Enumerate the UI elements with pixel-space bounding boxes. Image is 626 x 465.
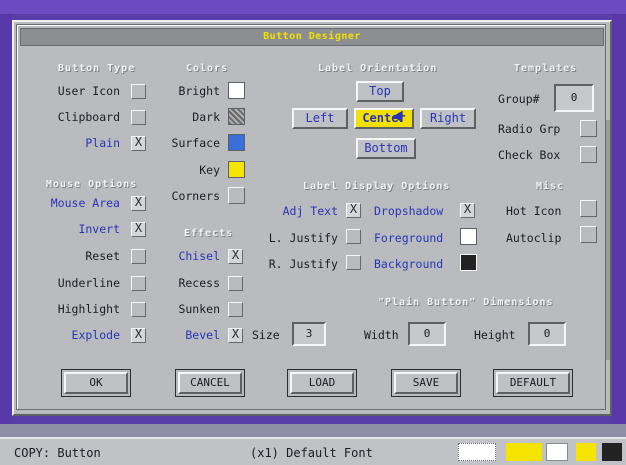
- section-effects: Effects: [184, 228, 234, 239]
- status-bright-swatch: [458, 443, 496, 461]
- hot-icon-checkbox[interactable]: [580, 200, 597, 217]
- user-icon-checkbox[interactable]: [131, 84, 146, 99]
- clipboard-checkbox[interactable]: [131, 110, 146, 125]
- chisel-label: Chisel: [178, 249, 220, 263]
- explode-label: Explode: [71, 328, 120, 342]
- status-copy-text: COPY: Button: [14, 446, 101, 460]
- section-label-orientation: Label Orientation: [318, 63, 438, 74]
- adj-text-checkbox[interactable]: [346, 202, 361, 218]
- save-button[interactable]: SAVE: [391, 369, 461, 397]
- section-mouse-options: Mouse Options: [46, 179, 138, 190]
- section-plain-dimensions: "Plain Button" Dimensions: [378, 297, 554, 308]
- l-justify-label: L. Justify: [268, 231, 338, 245]
- mouse-area-label: Mouse Area: [50, 196, 120, 210]
- width-label: Width: [364, 328, 399, 342]
- cancel-button[interactable]: CANCEL: [175, 369, 245, 397]
- r-justify-label: R. Justify: [268, 257, 338, 271]
- desktop-lower-strip: [0, 424, 626, 437]
- reset-checkbox[interactable]: [131, 249, 146, 264]
- highlight-checkbox[interactable]: [131, 302, 146, 317]
- status-font-text: (x1) Default Font: [250, 446, 373, 460]
- bright-color-swatch[interactable]: [228, 82, 245, 99]
- group-number-label: Group#: [498, 92, 540, 106]
- foreground-label: Foreground: [374, 231, 444, 245]
- height-field[interactable]: 0: [528, 322, 566, 346]
- user-icon-label: User Icon: [57, 84, 120, 98]
- background-color-swatch[interactable]: [460, 254, 477, 271]
- load-button[interactable]: LOAD: [287, 369, 357, 397]
- foreground-color-swatch[interactable]: [460, 228, 477, 245]
- bright-label: Bright: [178, 84, 220, 98]
- recess-checkbox[interactable]: [228, 276, 243, 291]
- l-justify-checkbox[interactable]: [346, 229, 361, 244]
- check-box-checkbox[interactable]: [580, 146, 597, 163]
- orient-top-button[interactable]: Top: [356, 81, 404, 102]
- group-number-field[interactable]: 0: [554, 84, 594, 112]
- key-label: Key: [199, 163, 220, 177]
- autoclip-label: Autoclip: [506, 231, 562, 245]
- key-color-swatch[interactable]: [228, 161, 245, 178]
- section-label-display: Label Display Options: [303, 181, 451, 192]
- section-button-type: Button Type: [58, 63, 136, 74]
- plain-label: Plain: [85, 136, 120, 150]
- size-label: Size: [252, 328, 280, 342]
- orient-bottom-button[interactable]: Bottom: [356, 138, 416, 159]
- background-label: Background: [374, 257, 444, 271]
- status-key-swatch: [506, 443, 542, 461]
- reset-label: Reset: [85, 249, 120, 263]
- bevel-label: Bevel: [185, 328, 220, 342]
- hot-icon-label: Hot Icon: [506, 204, 562, 218]
- status-foreground-swatch: [546, 443, 568, 461]
- sunken-checkbox[interactable]: [228, 302, 243, 317]
- orient-left-button[interactable]: Left: [292, 108, 348, 129]
- r-justify-checkbox[interactable]: [346, 255, 361, 270]
- dark-color-swatch[interactable]: [228, 108, 245, 125]
- orient-right-button[interactable]: Right: [420, 108, 476, 129]
- desktop-right-margin: [612, 14, 626, 424]
- dropshadow-label: Dropshadow: [374, 204, 444, 218]
- underline-checkbox[interactable]: [131, 276, 146, 291]
- autoclip-checkbox[interactable]: [580, 226, 597, 243]
- invert-checkbox[interactable]: [131, 221, 146, 237]
- height-label: Height: [474, 328, 516, 342]
- adj-text-label: Adj Text: [282, 204, 338, 218]
- highlight-label: Highlight: [57, 302, 120, 316]
- surface-color-swatch[interactable]: [228, 134, 245, 151]
- window-edge-bar: [606, 120, 610, 360]
- section-misc: Misc: [536, 181, 565, 192]
- status-surface-swatch: [576, 443, 596, 461]
- ok-button[interactable]: OK: [61, 369, 131, 397]
- desktop-left-margin: [0, 14, 12, 424]
- status-bar: COPY: Button (x1) Default Font: [0, 437, 626, 465]
- underline-label: Underline: [57, 276, 120, 290]
- section-colors: Colors: [186, 63, 229, 74]
- status-background-swatch: [602, 443, 622, 461]
- desktop-top-strip: [0, 0, 626, 14]
- chisel-checkbox[interactable]: [228, 248, 243, 264]
- explode-checkbox[interactable]: [131, 327, 146, 343]
- invert-label: Invert: [78, 222, 120, 236]
- mouse-area-checkbox[interactable]: [131, 195, 146, 211]
- corners-label: Corners: [171, 189, 220, 203]
- default-button[interactable]: DEFAULT: [493, 369, 573, 397]
- sunken-label: Sunken: [178, 302, 220, 316]
- check-box-label: Check Box: [498, 148, 561, 162]
- width-field[interactable]: 0: [408, 322, 446, 346]
- corners-color-swatch[interactable]: [228, 187, 245, 204]
- bevel-checkbox[interactable]: [228, 327, 243, 343]
- title-bar[interactable]: Button Designer: [20, 28, 604, 46]
- recess-label: Recess: [178, 276, 220, 290]
- radio-grp-label: Radio Grp: [498, 122, 561, 136]
- clipboard-label: Clipboard: [57, 110, 120, 124]
- section-templates: Templates: [514, 63, 578, 74]
- plain-checkbox[interactable]: [131, 135, 146, 151]
- dark-label: Dark: [192, 110, 220, 124]
- dropshadow-checkbox[interactable]: [460, 202, 475, 218]
- surface-label: Surface: [171, 136, 220, 150]
- radio-grp-checkbox[interactable]: [580, 120, 597, 137]
- window-title: Button Designer: [263, 31, 361, 42]
- size-field[interactable]: 3: [292, 322, 326, 346]
